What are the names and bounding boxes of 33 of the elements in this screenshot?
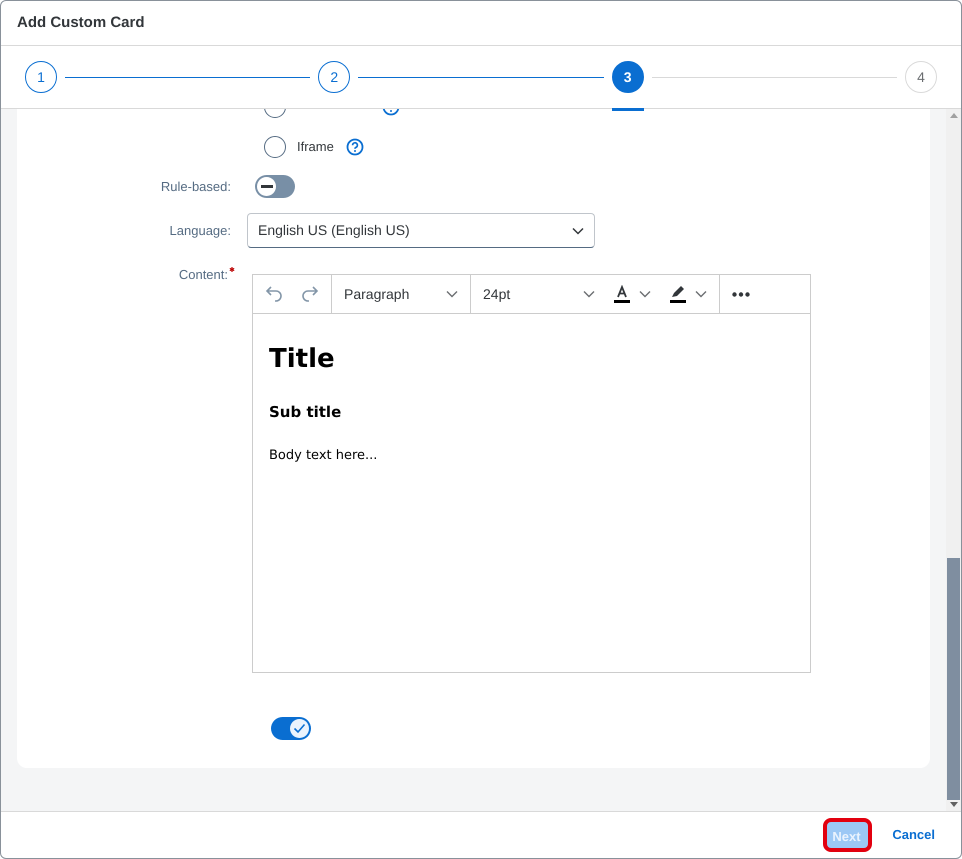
field-label: Rule-based: bbox=[160, 178, 232, 196]
chevron-down-icon bbox=[639, 290, 651, 298]
radio-button[interactable] bbox=[264, 136, 286, 158]
scroll-down-icon[interactable] bbox=[950, 802, 958, 807]
chevron-down-icon bbox=[446, 290, 458, 298]
toggle-switch[interactable] bbox=[271, 717, 311, 740]
toggle-switch[interactable] bbox=[255, 175, 295, 198]
checkmark-icon bbox=[293, 723, 306, 734]
chevron-down-icon bbox=[583, 290, 595, 298]
dialog-title: Add Custom Card bbox=[17, 12, 144, 33]
chevron-down-icon bbox=[695, 290, 707, 298]
scrollbar-thumb[interactable] bbox=[947, 558, 960, 800]
field-label: Language: bbox=[168, 222, 232, 240]
editor-subheading: Sub title bbox=[269, 402, 342, 423]
editor-heading: Title bbox=[269, 343, 336, 376]
field-label: Content: bbox=[178, 266, 228, 284]
chevron-down-icon bbox=[572, 226, 584, 234]
marker-pen-icon bbox=[669, 285, 687, 303]
text-color-icon bbox=[613, 285, 631, 303]
step-indicator[interactable]: 2 bbox=[318, 61, 350, 93]
help-icon[interactable] bbox=[346, 138, 364, 156]
selected-step-underline bbox=[612, 108, 644, 111]
radio-label[interactable]: Iframe bbox=[297, 137, 334, 157]
step-indicator[interactable]: 4 bbox=[904, 61, 937, 93]
cancel-button[interactable]: Cancel bbox=[890, 825, 937, 845]
font-size-select[interactable]: 24pt bbox=[479, 284, 599, 304]
block-format-select[interactable]: Paragraph bbox=[340, 284, 462, 304]
language-select[interactable]: English US (English US) bbox=[247, 213, 595, 248]
minus-icon bbox=[260, 185, 272, 188]
editor-paragraph: Body text here... bbox=[269, 446, 378, 464]
step-indicator[interactable]: 3 bbox=[612, 61, 644, 93]
step-indicator[interactable]: 1 bbox=[25, 61, 57, 93]
rich-text-editor[interactable]: Paragraph 24pt Title Sub title Body text here... bbox=[252, 274, 811, 673]
